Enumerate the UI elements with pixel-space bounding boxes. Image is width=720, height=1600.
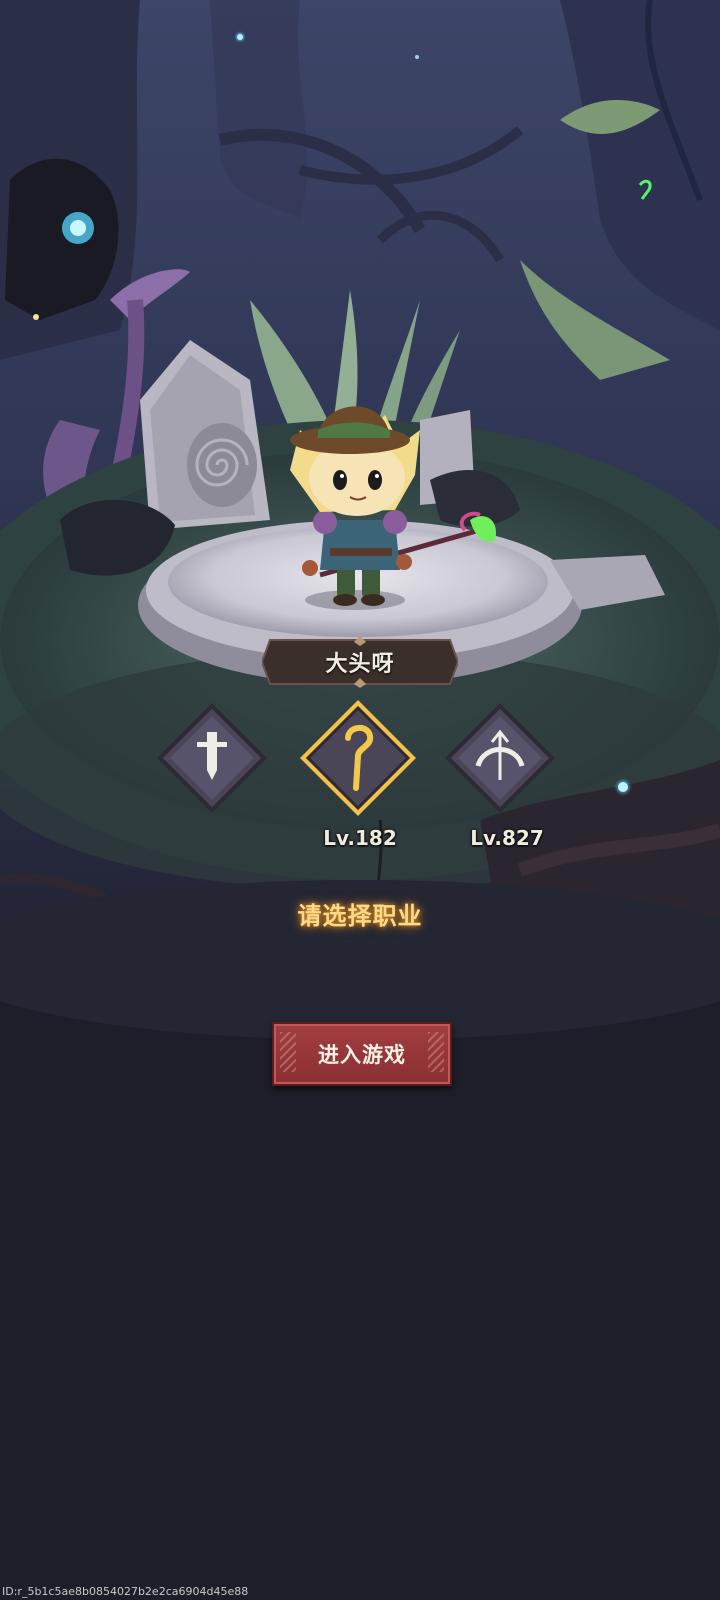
class-button-mage[interactable] bbox=[296, 696, 416, 816]
enter-game-button[interactable]: 进入游戏 bbox=[272, 1022, 452, 1086]
button-decoration-right bbox=[428, 1032, 444, 1072]
character-name: 大头呀 bbox=[325, 652, 395, 677]
bow-icon bbox=[445, 703, 555, 813]
mage-level: Lv.182 bbox=[323, 826, 397, 850]
class-button-archer[interactable] bbox=[440, 698, 560, 818]
staff-icon bbox=[300, 700, 416, 816]
enter-game-label: 进入游戏 bbox=[318, 1043, 406, 1067]
class-button-warrior[interactable] bbox=[152, 698, 272, 818]
button-decoration-left bbox=[280, 1032, 296, 1072]
archer-level: Lv.827 bbox=[470, 826, 544, 850]
choose-class-prompt: 请选择职业 bbox=[297, 902, 423, 930]
footer-id: ID:r_5b1c5ae8b0854027b2e2ca6904d45e88 bbox=[2, 1585, 249, 1598]
sword-icon bbox=[157, 703, 267, 813]
